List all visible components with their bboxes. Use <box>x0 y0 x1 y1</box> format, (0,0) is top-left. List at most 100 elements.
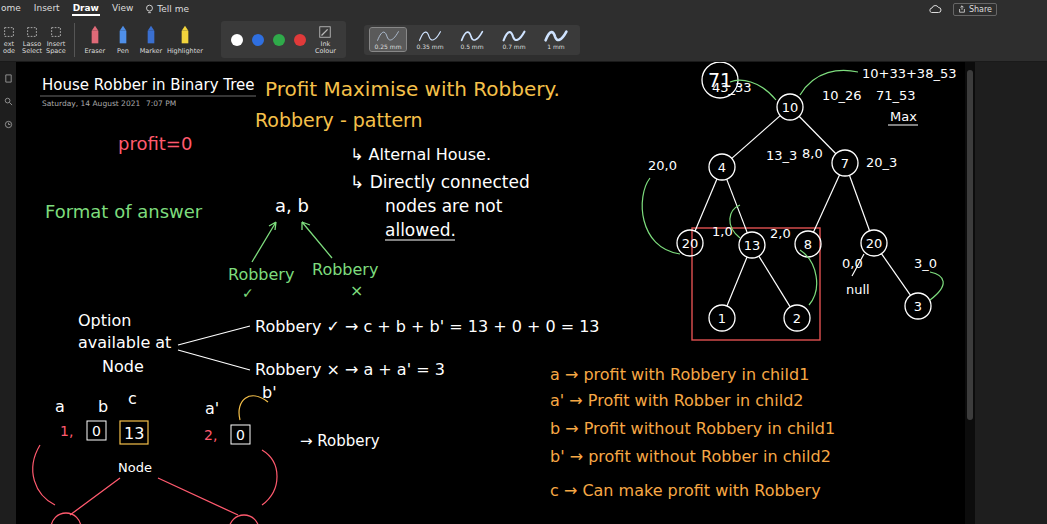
tool-button[interactable]: LassoSelect <box>22 25 42 55</box>
handwritten-note: a, b <box>275 195 309 216</box>
tree-node <box>739 232 765 258</box>
tell-me[interactable]: Tell me <box>145 4 189 15</box>
lightbulb-icon <box>145 4 154 15</box>
tree-node <box>784 305 810 331</box>
ribbon: extode LassoSelect InsertSpace Eraser Pe… <box>0 18 1047 61</box>
arrow <box>730 205 740 238</box>
handwritten-note: a <box>55 397 65 416</box>
menu-tab[interactable]: View <box>111 2 134 16</box>
arrow <box>239 396 268 420</box>
handwritten-note: Node <box>102 357 144 376</box>
tree-edge <box>813 175 839 232</box>
ink-colour-button[interactable]: InkColour <box>315 25 336 55</box>
ink-colors: InkColour <box>221 21 346 59</box>
handwritten-note: c <box>128 389 137 408</box>
stroke-width-option[interactable]: 0.7 mm <box>496 28 532 51</box>
underline <box>385 240 455 241</box>
page-title[interactable]: House Robber in Binary Tree <box>42 76 255 94</box>
stroke-width-option[interactable]: 0.5 mm <box>454 28 490 51</box>
node-value: 13 <box>744 238 761 253</box>
tree-edge <box>849 175 869 231</box>
pen-icon <box>146 25 156 45</box>
handwritten-note: ↳ Directly connected <box>350 172 530 192</box>
tree-edge <box>727 257 747 306</box>
value-box <box>231 425 250 444</box>
tree-node <box>709 154 735 180</box>
tree-node <box>777 94 803 120</box>
tree-annotation: 20,0 <box>648 158 677 173</box>
tree-annotation: 0,0 <box>842 256 863 271</box>
handwritten-note: a' → Profit with Robber in child2 <box>550 391 803 410</box>
tree-node <box>861 230 887 256</box>
pen-icon <box>90 25 100 45</box>
handwritten-note: Robbery × → a + a' = 3 <box>255 360 445 379</box>
menu-tab[interactable]: Insert <box>33 2 61 16</box>
handwritten-note: 0 <box>92 423 101 439</box>
menu-tab[interactable]: Draw <box>72 2 100 16</box>
notebooks-icon[interactable] <box>4 74 13 83</box>
cloud-icon[interactable] <box>928 4 942 14</box>
ink-color-swatch[interactable] <box>294 34 306 46</box>
tree-annotation: 8,0 <box>802 146 823 161</box>
handwritten-note: Format of answer <box>45 201 203 222</box>
arrow <box>262 450 277 505</box>
handwritten-note: b <box>98 397 108 416</box>
tool-button[interactable]: extode <box>0 25 18 55</box>
pen-icon <box>118 25 128 45</box>
left-strip <box>0 62 16 524</box>
pen-button[interactable]: Pen <box>111 25 135 55</box>
pen-button[interactable]: Marker <box>139 25 163 55</box>
arrow <box>642 178 680 254</box>
scrollbar[interactable] <box>965 62 975 524</box>
tool-button[interactable]: InsertSpace <box>46 25 66 55</box>
pen-button[interactable]: Highlighter <box>167 25 203 55</box>
stroke-width-option[interactable]: 1 mm <box>538 28 574 51</box>
tree-annotation: null <box>846 282 870 297</box>
handwritten-note: 1, <box>60 423 73 439</box>
handwritten-note: Robbery ✓ → c + b + b' = 13 + 0 + 0 = 13 <box>255 317 600 336</box>
ink-color-swatch[interactable] <box>273 34 285 46</box>
tree-annotation: 10_26 <box>822 88 862 103</box>
pen-button[interactable]: Eraser <box>83 25 107 55</box>
handwritten-note: profit=0 <box>118 133 192 154</box>
tree-annotation: Max <box>890 109 917 124</box>
child-node <box>229 515 259 524</box>
handwritten-note: ↳ Alternal House. <box>350 145 491 164</box>
scroll-thumb[interactable] <box>967 70 973 420</box>
page-time: 7:07 PM <box>146 99 176 108</box>
value-box <box>87 421 106 440</box>
workspace: House Robber in Binary Tree Saturday, 14 … <box>0 62 1047 524</box>
stroke-squiggle-icon <box>501 29 527 43</box>
tree-annotation: 3_0 <box>914 256 937 271</box>
node-value: 7 <box>841 156 849 171</box>
node-value: 20 <box>866 236 883 251</box>
ink-color-swatch[interactable] <box>252 34 264 46</box>
tree-edge <box>759 256 790 307</box>
tool-icon <box>2 25 16 39</box>
node-value: 4 <box>718 160 726 175</box>
title-rule <box>40 96 256 97</box>
node-value: 2 <box>793 311 801 326</box>
tools-group: extode LassoSelect InsertSpace <box>0 25 66 55</box>
node-value: 3 <box>914 299 922 314</box>
search-icon[interactable] <box>4 97 13 106</box>
stroke-width-option[interactable]: 0.35 mm <box>412 28 448 51</box>
stroke-squiggle-icon <box>543 29 569 43</box>
tree-annotation: 10+33+38_53 <box>862 66 956 81</box>
node-value: 8 <box>804 237 812 252</box>
tree-annotation: 2,0 <box>770 226 791 241</box>
recent-icon[interactable] <box>4 120 13 129</box>
handwritten-note: b → Profit without Robbery in child1 <box>550 419 835 438</box>
stroke-squiggle-icon <box>375 29 401 43</box>
stroke-width-option[interactable]: 0.25 mm <box>370 28 406 51</box>
subtree-box <box>692 228 820 340</box>
tree-annotation: 43_33 <box>712 80 752 95</box>
share-button[interactable]: Share <box>953 3 997 16</box>
note-canvas[interactable]: House Robber in Binary Tree Saturday, 14 … <box>16 62 965 524</box>
node-value: 20 <box>682 236 699 251</box>
handwritten-note: available at <box>78 333 171 352</box>
handwritten-note: × <box>350 281 363 300</box>
ink-color-swatch[interactable] <box>231 34 243 46</box>
menu-tab[interactable]: ome <box>0 2 22 16</box>
page-date: Saturday, 14 August 2021 <box>42 99 140 108</box>
